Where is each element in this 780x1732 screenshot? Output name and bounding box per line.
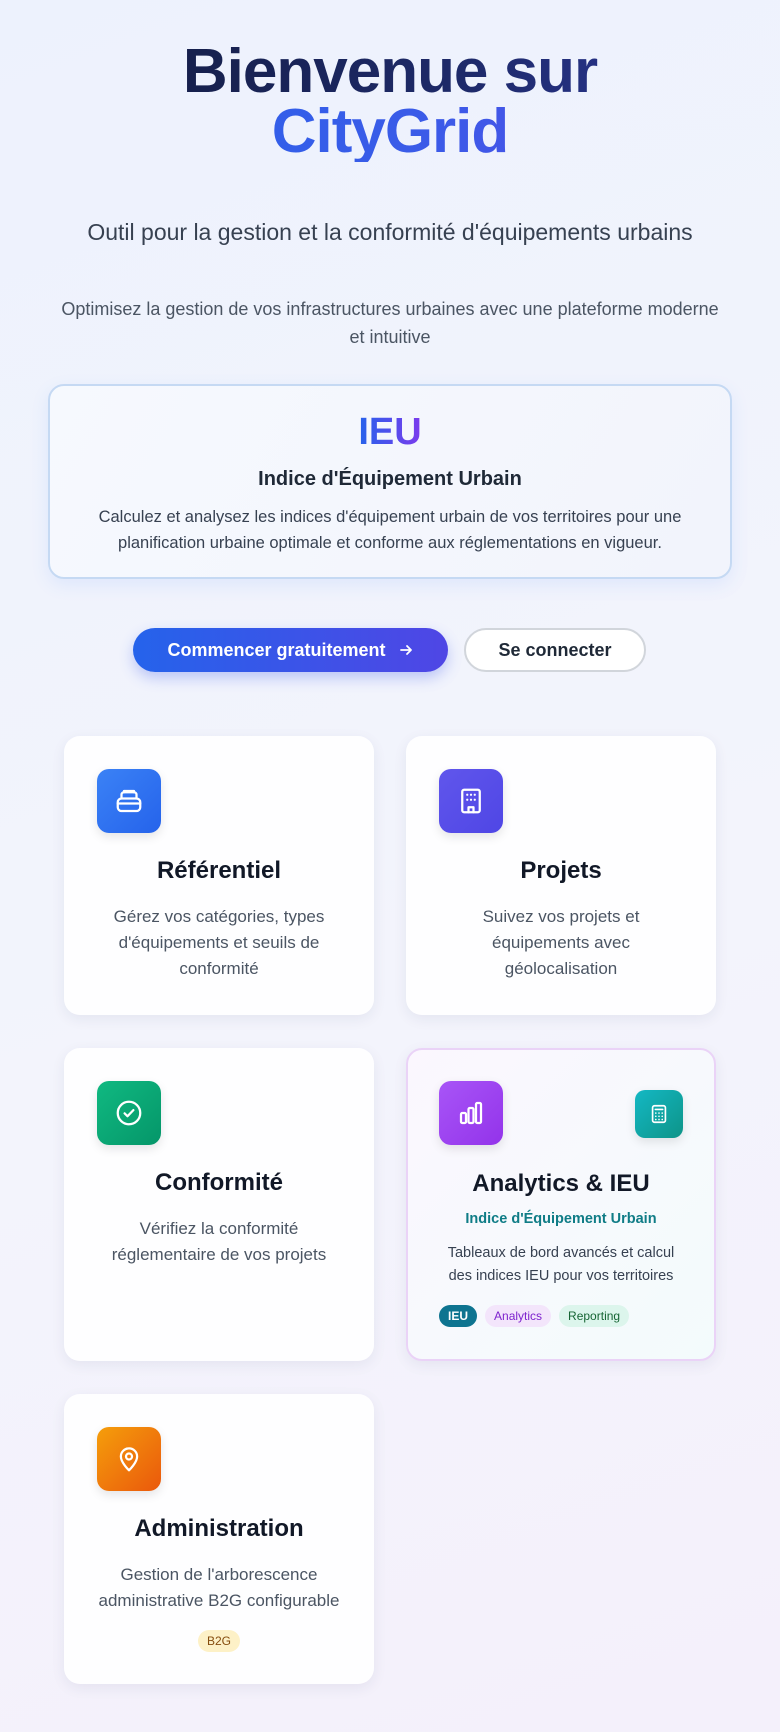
card-title: Référentiel xyxy=(156,857,282,884)
tag-list: B2G xyxy=(64,1630,374,1652)
card-title: Conformité xyxy=(155,1169,283,1196)
ieu-highlight-box: IEU Indice d'Équipement Urbain Calculez … xyxy=(48,384,732,579)
card-description: Suivez vos projets et équipements avec g… xyxy=(482,907,640,978)
feature-card-conformite[interactable]: Conformité Vérifiez la conformité réglem… xyxy=(64,1048,374,1361)
card-description: Gérez vos catégories, types d'équipement… xyxy=(113,907,325,978)
ieu-description: Calculez et analysez les indices d'équip… xyxy=(98,508,682,552)
card-description: Tableaux de bord avancés et calcul des i… xyxy=(447,1245,675,1284)
hero-title-line1: Bienvenue sur xyxy=(0,41,780,103)
analytics-icon-box xyxy=(439,1081,503,1145)
bar-chart-icon xyxy=(459,1101,483,1125)
map-pin-icon xyxy=(119,1447,139,1472)
card-description: Gestion de l'arborescence administrative… xyxy=(98,1565,340,1610)
card-subtitle: Indice d'Équipement Urbain xyxy=(465,1211,657,1227)
feature-card-analytics[interactable]: Analytics & IEU Indice d'Équipement Urba… xyxy=(406,1048,716,1361)
calculator-icon-box xyxy=(635,1090,683,1138)
conformite-icon-box xyxy=(97,1081,161,1145)
tag-list: IEU Analytics Reporting xyxy=(439,1305,630,1327)
card-description: Vérifiez la conformité réglementaire de … xyxy=(111,1219,327,1264)
start-free-label: Commencer gratuitement xyxy=(167,639,386,660)
tag-analytics: Analytics xyxy=(485,1305,552,1327)
check-circle-icon xyxy=(116,1100,142,1126)
referentiel-icon-box xyxy=(97,769,161,833)
login-label: Se connecter xyxy=(498,639,612,660)
start-free-button[interactable]: Commencer gratuitement xyxy=(133,628,448,672)
arrow-right-icon xyxy=(399,645,412,655)
hero-description: Optimisez la gestion de vos infrastructu… xyxy=(61,299,719,347)
hero-subtitle: Outil pour la gestion et la conformité d… xyxy=(87,219,693,245)
ieu-title: IEU xyxy=(358,411,422,453)
box-icon xyxy=(116,789,142,813)
card-title: Administration xyxy=(134,1515,304,1542)
projets-icon-box xyxy=(439,769,503,833)
building-icon xyxy=(461,788,481,814)
hero-title: Bienvenue sur CityGrid xyxy=(0,41,780,163)
feature-card-projets[interactable]: Projets Suivez vos projets et équipement… xyxy=(406,736,716,1015)
tag-b2g: B2G xyxy=(197,1630,240,1652)
card-title: Analytics & IEU xyxy=(472,1170,650,1197)
administration-icon-box xyxy=(97,1427,161,1491)
tag-reporting: Reporting xyxy=(559,1305,630,1327)
ieu-subtitle: Indice d'Équipement Urbain xyxy=(258,468,522,490)
hero-title-brand: CityGrid xyxy=(0,101,780,163)
login-button[interactable]: Se connecter xyxy=(464,628,646,672)
feature-card-administration[interactable]: Administration Gestion de l'arborescence… xyxy=(64,1394,374,1684)
card-title: Projets xyxy=(520,857,602,884)
tag-ieu: IEU xyxy=(439,1305,478,1327)
calculator-icon xyxy=(651,1104,667,1124)
feature-card-referentiel[interactable]: Référentiel Gérez vos catégories, types … xyxy=(64,736,374,1015)
